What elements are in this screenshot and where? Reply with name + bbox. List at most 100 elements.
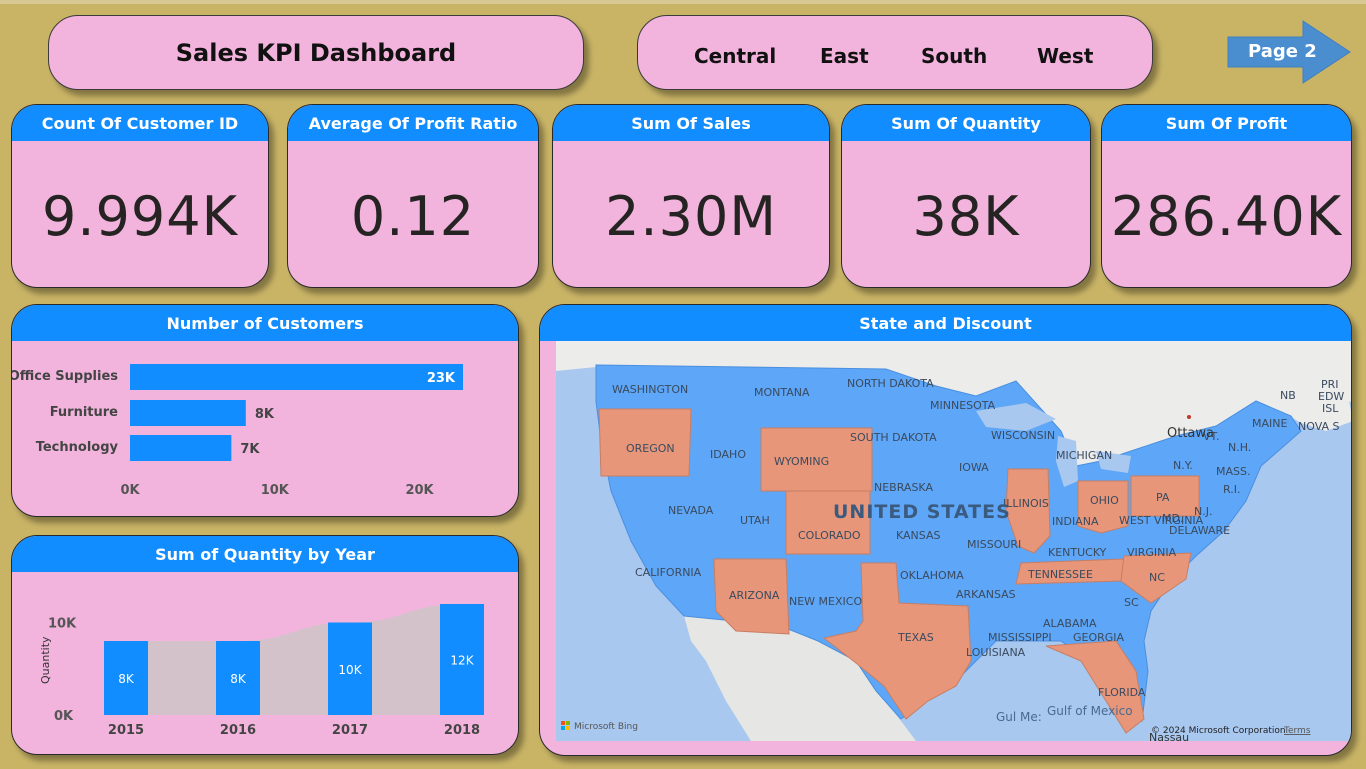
quantity-bar-chart: 8K 8K 10K 12K 2015 2016 2017 2018 0K 10K… [39,604,484,738]
bar-furniture[interactable] [130,400,246,426]
map-label: MAINE [1252,417,1287,430]
kpi-card-title: Average Of Profit Ratio [288,105,538,141]
chart-title: Sum of Quantity by Year [12,536,518,572]
kpi-card-sum-of-profit: Sum Of Profit 286.40K [1101,104,1352,288]
map-label: ARIZONA [729,589,780,602]
water-label: Gul Me: [996,710,1042,724]
map-label: ISL [1322,402,1339,415]
region-east-button[interactable]: East [820,44,869,68]
bar-office-supplies[interactable] [130,364,463,390]
region-west-button[interactable]: West [1037,44,1093,68]
kpi-card-profit-ratio: Average Of Profit Ratio 0.12 [287,104,539,288]
map-label: NORTH DAKOTA [847,377,934,390]
map-label: NEVADA [668,504,714,517]
region-central-button[interactable]: Central [694,44,776,68]
capital-marker [1187,415,1191,419]
map-label: FLORIDA [1098,686,1146,699]
map-label: KANSAS [896,529,940,542]
kpi-card-sum-of-sales: Sum Of Sales 2.30M [552,104,830,288]
x-tick-2015: 2015 [108,723,144,738]
map-label: ALABAMA [1043,617,1097,630]
quantity-chart-card: Sum of Quantity by Year 8K 8K 10K 12K 20… [11,535,519,755]
map-label: Ottawa [1167,426,1214,441]
kpi-card-value: 9.994K [41,185,238,248]
x-tick-10k: 10K [261,483,290,498]
map-label: OKLAHOMA [900,569,964,582]
kpi-card-value: 0.12 [350,185,476,248]
data-label-2018: 12K [450,654,474,668]
kpi-card-title: Sum Of Profit [1102,105,1351,141]
data-label-furniture: 8K [255,407,275,422]
data-label-2017: 10K [338,663,362,677]
map-label: MISSOURI [967,538,1021,551]
map-label: NEBRASKA [874,481,933,494]
map-label: WASHINGTON [612,383,688,396]
map-label: MONTANA [754,386,810,399]
map-label: LOUISIANA [966,646,1026,659]
map-canvas[interactable]: WASHINGTON MONTANA NORTH DAKOTA MINNESOT… [556,341,1351,741]
quantity-area-series [126,604,462,715]
kpi-card-title: Count Of Customer ID [12,105,268,141]
y-axis-title: Quantity [39,636,52,684]
y-tick-10k: 10K [48,617,77,632]
region-south-button[interactable]: South [921,44,987,68]
customers-bar-chart: 23K 8K 7K 0K 10K 20K [120,364,463,498]
x-tick-20k: 20K [405,483,434,498]
data-label-office-supplies: 23K [427,371,456,386]
bing-logo-icon [561,721,565,725]
customers-chart-card: Number of Customers Office Supplies Furn… [11,304,519,517]
map-label: TENNESSEE [1027,568,1093,581]
map-terms-link[interactable]: Terms [1283,726,1311,736]
map-label: NOVA S [1298,420,1340,433]
bing-logo-icon-part [566,721,570,725]
region-slicer: Central East South West [637,15,1153,90]
data-label-technology: 7K [240,442,260,457]
x-tick-2016: 2016 [220,723,256,738]
kpi-card-sum-of-quantity: Sum Of Quantity 38K [841,104,1091,288]
map-label: NEW MEXICO [789,595,862,608]
next-page-button[interactable]: Page 2 [1227,20,1351,84]
map-label: IDAHO [710,448,746,461]
next-page-label: Page 2 [1248,41,1317,62]
bing-logo-icon-part [566,726,570,730]
map-copyright: © 2024 Microsoft Corporation [1151,726,1286,736]
map-label: MISSISSIPPI [988,631,1052,644]
map-label: DELAWARE [1169,524,1230,537]
map-label: N.Y. [1173,459,1193,472]
map-provider: Microsoft Bing [574,722,638,732]
page-title: Sales KPI Dashboard [175,38,457,67]
kpi-card-value: 286.40K [1110,185,1343,248]
kpi-card-value: 2.30M [605,185,777,248]
map-label: OREGON [626,442,675,455]
map-label: SOUTH DAKOTA [850,431,937,444]
x-tick-0k: 0K [120,483,140,498]
map-label: SC [1124,596,1139,609]
map-label: N.J. [1194,505,1212,518]
x-tick-2018: 2018 [444,723,480,738]
map-label: MASS. [1216,465,1250,478]
map-label: VIRGINIA [1127,546,1177,559]
map-label: PA [1156,491,1170,504]
kpi-card-title: Sum Of Quantity [842,105,1090,141]
kpi-card-customer-count: Count Of Customer ID 9.994K [11,104,269,288]
map-label: WISCONSIN [991,429,1055,442]
map-label: N.H. [1228,441,1251,454]
map-label: OHIO [1090,494,1119,507]
map-svg: WASHINGTON MONTANA NORTH DAKOTA MINNESOT… [556,341,1351,741]
bar-technology[interactable] [130,435,232,461]
kpi-card-value: 38K [912,185,1020,248]
chart-title: Number of Customers [12,305,518,341]
y-tick-0k: 0K [54,709,74,724]
map-label: TEXAS [897,631,934,644]
map-label: WYOMING [774,455,829,468]
water-label: Gulf of Mexico [1047,704,1133,718]
dashboard-title-box: Sales KPI Dashboard [48,15,584,90]
map-label: R.I. [1223,483,1241,496]
map-label: MICHIGAN [1056,449,1112,462]
bing-logo-icon-part [561,726,565,730]
map-label: INDIANA [1052,515,1099,528]
top-strip [0,0,1366,4]
country-label: UNITED STATES [833,501,1011,523]
map-label: GEORGIA [1073,631,1125,644]
data-label-2016: 8K [230,672,247,686]
